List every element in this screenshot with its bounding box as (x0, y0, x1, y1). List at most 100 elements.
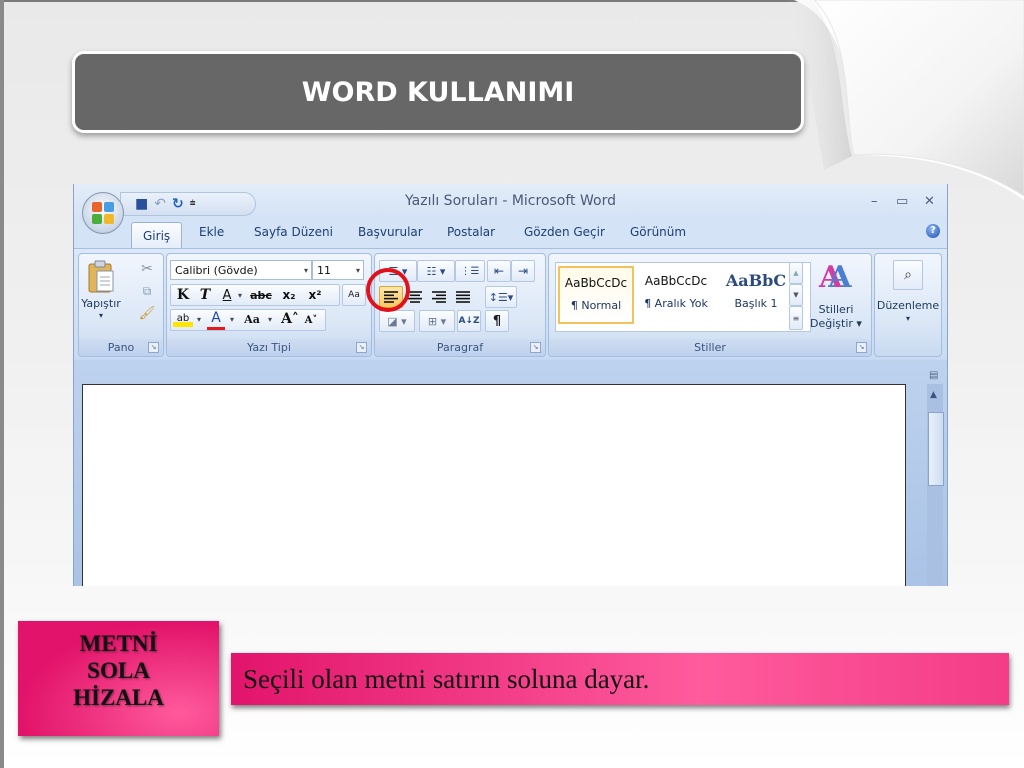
font-color-dropdown-icon[interactable]: ▾ (227, 310, 237, 328)
bold-button[interactable]: K (173, 285, 193, 305)
gallery-scroll-up[interactable]: ▲ (789, 262, 803, 284)
align-right-button[interactable] (427, 286, 451, 308)
tab-gozden-gecir[interactable]: Gözden Geçir (524, 225, 605, 239)
document-page[interactable] (82, 384, 906, 586)
highlight-circle (366, 268, 410, 312)
justify-button[interactable] (451, 286, 475, 308)
document-area (74, 360, 947, 586)
format-painter-icon[interactable]: 🖌 (137, 304, 157, 322)
borders-icon: ⊞ ▾ (427, 314, 447, 328)
font-name-combo[interactable]: Calibri (Gövde) ▾ (170, 260, 312, 280)
numbered-list-icon: ☷ ▾ (426, 264, 446, 278)
gallery-scroll-down[interactable]: ▼ (789, 284, 803, 306)
yazi-tipi-dialog-launcher[interactable]: ↘ (356, 342, 367, 353)
tab-giris[interactable]: Giriş (131, 222, 183, 249)
style-normal[interactable]: AaBbCcDc ¶ Normal (558, 266, 634, 324)
align-center-icon (408, 291, 422, 303)
shrink-font-button[interactable]: A˅ (302, 312, 320, 328)
copy-icon[interactable]: ⧉ (137, 282, 157, 300)
italic-button[interactable]: T (195, 285, 215, 305)
close-button[interactable]: ✕ (924, 194, 935, 209)
tab-basvurular[interactable]: Başvurular (358, 225, 423, 239)
undo-icon[interactable]: ↶ (154, 197, 166, 211)
caption-label-box: METNİ SOLA HİZALA (18, 621, 219, 736)
caption-label-line: HİZALA (73, 685, 164, 710)
increase-indent-icon: ⇥ (517, 264, 529, 278)
highlight-button[interactable]: ab (173, 309, 193, 327)
change-styles-icon: AA (819, 260, 852, 295)
paste-button[interactable]: Yapıştır ▾ (81, 258, 121, 330)
paragraf-dialog-launcher[interactable]: ↘ (530, 342, 541, 353)
decrease-indent-button[interactable]: ⇤ (487, 260, 511, 282)
tab-postalar[interactable]: Postalar (447, 225, 495, 239)
customize-qat-icon[interactable]: ⩧ (190, 197, 196, 211)
scrollbar-thumb[interactable] (928, 412, 944, 486)
group-yazi-tipi: Calibri (Gövde) ▾ 11 ▾ K T A ▾ abc x₂ x²… (166, 253, 372, 357)
editing-dropdown-icon: ▾ (905, 313, 910, 323)
chevron-down-icon: ▾ (355, 266, 360, 275)
slide-title: WORD KULLANIMI (301, 76, 575, 108)
gallery-more[interactable]: ≡ (789, 306, 803, 330)
superscript-button[interactable]: x² (303, 285, 327, 305)
caption-description: Seçili olan metni satırın soluna dayar. (243, 664, 650, 694)
save-icon[interactable]: ■ (135, 197, 148, 211)
line-spacing-button[interactable]: ↕☰▾ (485, 286, 517, 308)
group-label-stiller: Stiller (549, 339, 871, 356)
borders-button[interactable]: ⊞ ▾ (419, 310, 455, 332)
scroll-up-icon[interactable]: ▲ (930, 390, 937, 400)
help-icon[interactable]: ? (926, 224, 940, 238)
increase-indent-button[interactable]: ⇥ (511, 260, 535, 282)
ribbon-tabs: Giriş Ekle Sayfa Düzeni Başvurular Posta… (74, 220, 947, 249)
sort-icon: A↓Z (458, 316, 480, 326)
change-styles-label: Stilleri (818, 302, 854, 316)
group-label-paragraf: Paragraf (375, 339, 545, 356)
justify-icon (456, 291, 470, 303)
maximize-button[interactable]: ▭ (896, 194, 908, 209)
highlight-dropdown-icon[interactable]: ▾ (194, 310, 204, 328)
slide-title-banner: WORD KULLANIMI (72, 51, 804, 133)
style-baslik-1[interactable]: AaBbC Başlık 1 (718, 266, 794, 324)
group-duzenleme[interactable]: ⌕ Düzenleme ▾ (874, 253, 942, 357)
caption-label-line: SOLA (87, 658, 150, 683)
sort-button[interactable]: A↓Z (457, 310, 481, 332)
pano-dialog-launcher[interactable]: ↘ (148, 342, 159, 353)
minimize-button[interactable]: – (871, 194, 878, 209)
change-styles-button[interactable]: AA Stilleri Değiştir ▾ (807, 258, 865, 334)
font-color-button[interactable]: A (207, 309, 225, 330)
style-name: ¶ Normal (570, 299, 622, 312)
group-pano: Yapıştır ▾ ✂ ⧉ 🖌 Pano ↘ (78, 253, 164, 357)
multilevel-list-button[interactable]: ⋮☰ (455, 260, 485, 282)
chevron-down-icon: ▾ (303, 266, 308, 275)
underline-dropdown-icon[interactable]: ▾ (235, 285, 245, 305)
ruler-toggle-icon[interactable]: ▤ (929, 370, 938, 381)
shading-button[interactable]: ◪ ▾ (379, 310, 415, 332)
office-button[interactable] (82, 192, 124, 234)
tab-sayfa-duzeni[interactable]: Sayfa Düzeni (254, 225, 333, 239)
style-sample: AaBbC (725, 271, 787, 290)
subscript-button[interactable]: x₂ (277, 285, 301, 305)
style-gallery: AaBbCcDc ¶ Normal AaBbCcDc ¶ Aralık Yok … (555, 262, 811, 332)
redo-icon[interactable]: ↻ (172, 197, 184, 211)
tab-gorunum[interactable]: Görünüm (630, 225, 686, 239)
change-case-dropdown-icon[interactable]: ▾ (266, 310, 274, 328)
change-styles-label-2: Değiştir ▾ (810, 316, 862, 330)
show-marks-button[interactable]: ¶ (485, 310, 509, 332)
paste-label: Yapıştır (81, 296, 121, 310)
stiller-dialog-launcher[interactable]: ↘ (856, 342, 867, 353)
cut-icon[interactable]: ✂ (137, 260, 157, 278)
underline-button[interactable]: A (219, 285, 235, 305)
clear-formatting-button[interactable]: Aa (342, 284, 366, 306)
change-case-button[interactable]: Aa (239, 310, 265, 328)
paste-dropdown-arrow[interactable]: ▾ (91, 310, 111, 320)
line-spacing-icon: ↕☰▾ (488, 290, 514, 304)
slide-left-border (0, 0, 4, 768)
numbering-button[interactable]: ☷ ▾ (417, 260, 455, 282)
grow-font-button[interactable]: A˄ (280, 310, 300, 328)
multilevel-list-icon: ⋮☰ (460, 265, 480, 277)
style-sample: AaBbCcDc (564, 276, 628, 290)
style-aralik-yok[interactable]: AaBbCcDc ¶ Aralık Yok (638, 266, 714, 324)
style-name: Başlık 1 (734, 297, 778, 310)
font-size-combo[interactable]: 11 ▾ (312, 260, 364, 280)
strikethrough-button[interactable]: abc (247, 285, 275, 305)
tab-ekle[interactable]: Ekle (199, 225, 224, 239)
